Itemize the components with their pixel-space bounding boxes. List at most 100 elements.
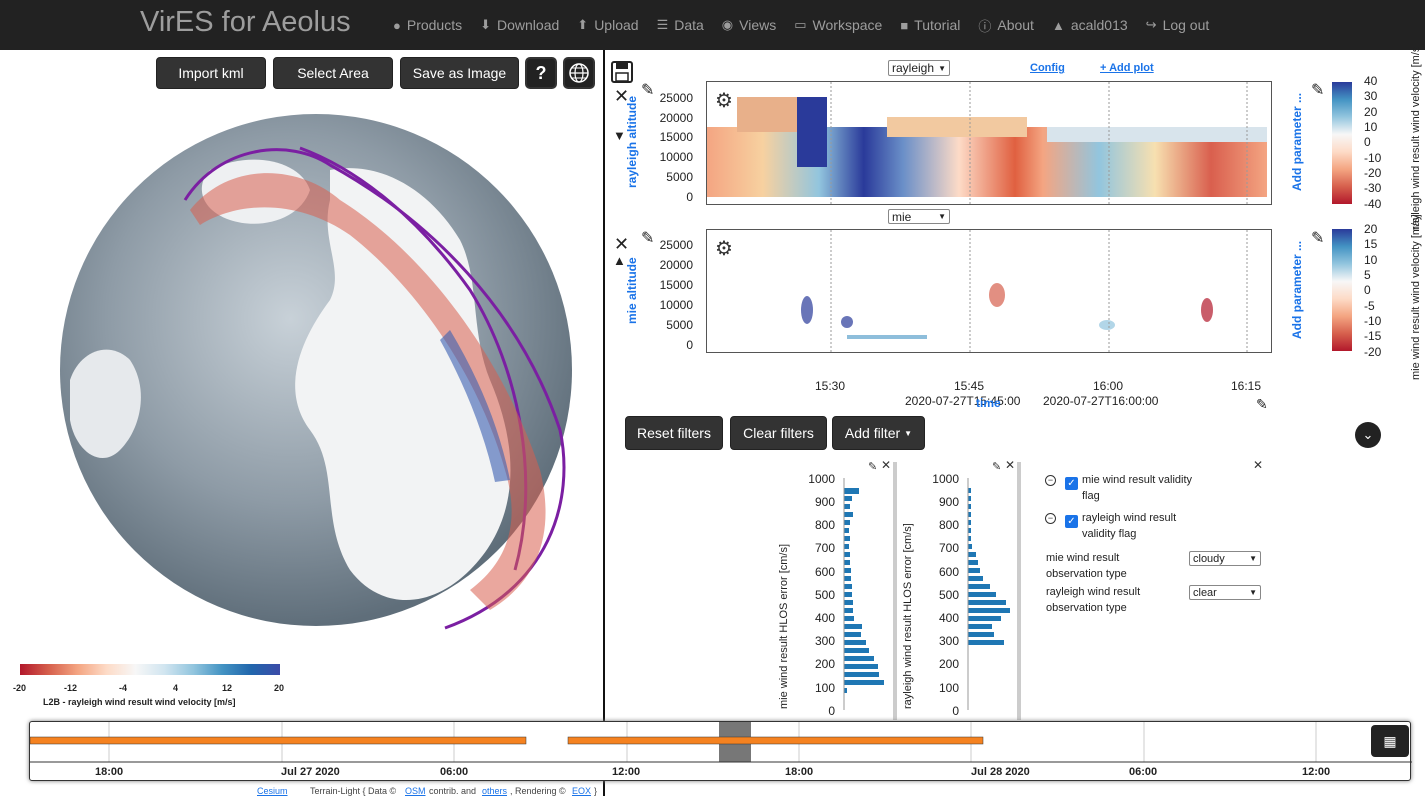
close-icon[interactable]: ✕: [614, 234, 629, 255]
data-availability-bar[interactable]: [30, 736, 527, 745]
edit-icon[interactable]: ✎: [868, 460, 877, 473]
nav-item-tutorial[interactable]: ■ Tutorial: [891, 0, 969, 50]
navbar: VirES for Aeolus ● Products ⬇ Download ⬆ Up…: [0, 0, 1425, 50]
nav-item-workspace[interactable]: ▭ Workspace: [785, 0, 891, 50]
htick: 700: [814, 541, 835, 555]
nav-item-upload[interactable]: ⬆ Upload: [568, 0, 647, 50]
close-icon[interactable]: ✕: [1253, 458, 1263, 472]
chevron-down-icon[interactable]: ⌄: [1355, 422, 1381, 448]
chevron-down-icon: ▼: [938, 63, 946, 73]
data-availability-bar[interactable]: [567, 736, 984, 745]
xtick: 15:45: [954, 379, 985, 393]
timeline-label: 06:00: [1129, 766, 1158, 778]
htick: 800: [938, 518, 959, 532]
rayleigh-hlos-histogram[interactable]: [966, 478, 1016, 714]
htick: 200: [814, 657, 835, 671]
hist-scrollbar[interactable]: [893, 462, 897, 720]
nav-item-download[interactable]: ⬇ Download: [471, 0, 568, 50]
bottom-plot-parameter-select[interactable]: mie ▼: [888, 209, 950, 224]
add-parameter-link[interactable]: Add parameter ...: [1290, 241, 1304, 339]
save-icon[interactable]: [610, 60, 634, 84]
rayleigh-observation-type-select[interactable]: clear ▼: [1189, 585, 1261, 600]
mie-data-cluster: [801, 296, 813, 324]
rayleigh-curtain-plot[interactable]: ⚙: [706, 81, 1272, 205]
calendar-button[interactable]: ▦: [1371, 725, 1409, 757]
htick: 0: [828, 704, 835, 718]
mie-colorbar-label: mie wind result wind velocity [m/s]: [1410, 214, 1422, 380]
nav-item-about[interactable]: ⓘ About: [969, 0, 1043, 50]
bottom-plot-ylabel[interactable]: mie altitude: [625, 257, 639, 324]
panel-divider[interactable]: [603, 50, 605, 796]
edit-icon[interactable]: ✎: [1256, 396, 1268, 413]
mie-observation-type-select[interactable]: cloudy ▼: [1189, 551, 1261, 566]
logout-icon: ↪: [1145, 17, 1157, 32]
remove-filter-icon[interactable]: −: [1045, 475, 1056, 486]
cesium-credit-link[interactable]: Cesium: [257, 786, 288, 796]
top-plot-parameter-select[interactable]: rayleigh ▼: [888, 60, 950, 76]
eox-credit-link[interactable]: EOX: [572, 786, 591, 796]
cb-tick: -40: [1364, 197, 1382, 211]
edit-icon[interactable]: ✎: [1311, 80, 1324, 100]
terrain-credit: Terrain-Light { Data ©: [310, 786, 397, 796]
brand-title[interactable]: VirES for Aeolus: [140, 6, 351, 39]
globe-view[interactable]: Import kml Select Area Save as Image ?: [0, 50, 604, 720]
config-link[interactable]: Config: [1030, 62, 1065, 74]
select-value: rayleigh: [892, 61, 935, 75]
htick: 900: [814, 495, 835, 509]
osm-credit-link[interactable]: OSM: [405, 786, 426, 796]
htick: 100: [814, 681, 835, 695]
rayleigh-data-region: [797, 97, 827, 167]
select-area-button[interactable]: Select Area: [273, 57, 393, 89]
close-icon[interactable]: ✕: [881, 458, 891, 472]
globe-icon: ●: [393, 17, 401, 33]
timeline[interactable]: 18:00 Jul 27 2020 06:00 12:00 18:00 Jul …: [29, 721, 1412, 782]
rayleigh-data-region: [887, 117, 1027, 137]
nav-item-products[interactable]: ● Products: [384, 0, 471, 50]
edit-icon[interactable]: ✎: [992, 460, 1001, 473]
colorbar-tick: 12: [222, 683, 233, 693]
hist1-ylabel: mie wind result HLOS error [cm/s]: [778, 543, 790, 709]
nav-label: Products: [406, 17, 463, 33]
move-down-icon[interactable]: ▼: [613, 128, 626, 143]
save-as-image-button[interactable]: Save as Image: [400, 57, 519, 89]
edit-icon[interactable]: ✎: [1311, 228, 1324, 248]
nav-label: Download: [497, 17, 560, 33]
x-axis-label[interactable]: time: [976, 396, 1001, 410]
move-up-icon[interactable]: ▲: [613, 253, 626, 268]
clear-filters-button[interactable]: Clear filters: [730, 416, 827, 450]
mie-curtain-plot[interactable]: ⚙: [706, 229, 1272, 353]
add-filter-button[interactable]: Add filter ▼: [832, 416, 925, 450]
hist-scrollbar[interactable]: [1017, 462, 1021, 720]
close-icon[interactable]: ✕: [1005, 458, 1015, 472]
nav-item-user[interactable]: ▲ acald013: [1043, 0, 1137, 50]
rayleigh-validity-checkbox[interactable]: ✓: [1065, 515, 1078, 528]
gear-icon[interactable]: ⚙: [715, 88, 733, 113]
nav-item-views[interactable]: ◉ Views: [713, 0, 785, 50]
cb-tick: -20: [1364, 166, 1382, 180]
remove-filter-icon[interactable]: −: [1045, 513, 1056, 524]
cb-tick: -15: [1364, 329, 1382, 343]
rayleigh-colorbar: [1332, 82, 1352, 204]
add-parameter-link[interactable]: Add parameter ...: [1290, 93, 1304, 191]
caret-down-icon: ▼: [904, 428, 913, 438]
eye-icon: ◉: [721, 17, 734, 32]
add-plot-link[interactable]: + Add plot: [1100, 62, 1154, 74]
nav-item-logout[interactable]: ↪ Log out: [1137, 0, 1219, 50]
mie-validity-checkbox[interactable]: ✓: [1065, 477, 1078, 490]
ytick: 20000: [659, 111, 693, 125]
others-credit-link[interactable]: others: [482, 786, 507, 796]
cb-tick: 10: [1364, 253, 1378, 267]
help-button[interactable]: ?: [525, 57, 557, 89]
mie-hlos-histogram[interactable]: [842, 478, 892, 714]
reset-filters-button[interactable]: Reset filters: [625, 416, 723, 450]
import-kml-button[interactable]: Import kml: [156, 57, 266, 89]
globe-canvas[interactable]: [0, 50, 604, 720]
htick: 200: [938, 657, 959, 671]
nav-item-data[interactable]: ☰ Data: [648, 0, 713, 50]
top-plot-ylabel[interactable]: rayleigh altitude: [625, 96, 639, 188]
book-icon: ■: [900, 17, 909, 33]
database-icon: ☰: [656, 17, 669, 32]
projection-toggle-button[interactable]: [563, 57, 595, 89]
timeline-canvas[interactable]: [30, 722, 1412, 782]
gear-icon[interactable]: ⚙: [715, 236, 733, 261]
